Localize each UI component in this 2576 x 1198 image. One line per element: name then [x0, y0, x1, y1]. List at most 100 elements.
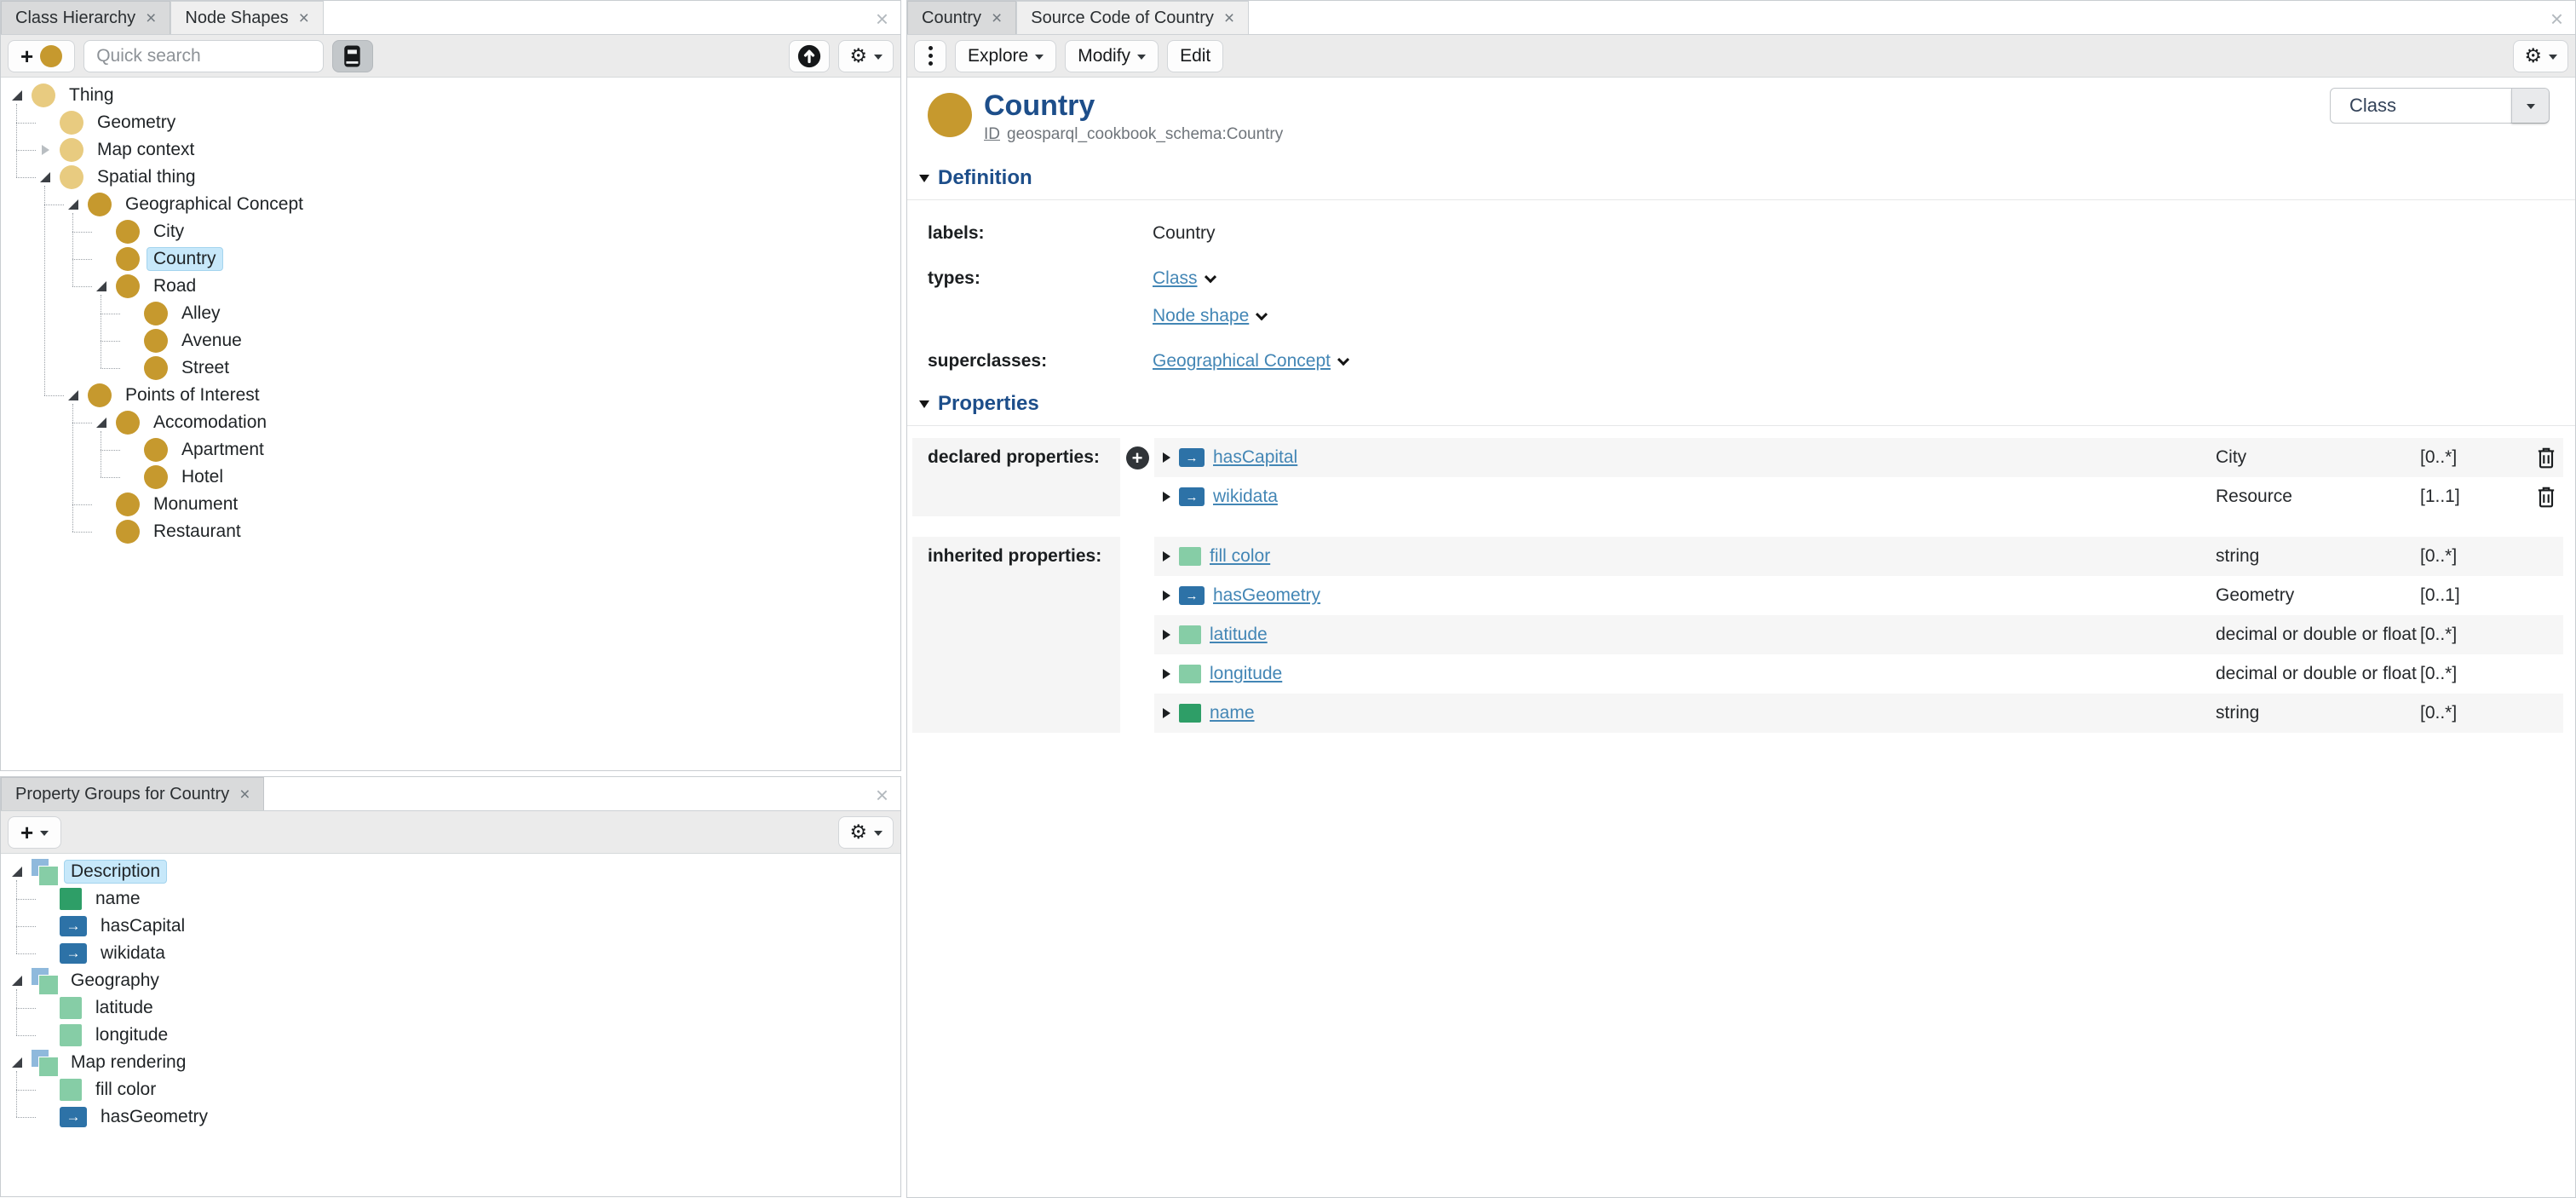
panel-settings-button[interactable]: ⚙: [2513, 40, 2568, 72]
tree-node-longitude[interactable]: longitude: [37, 1022, 900, 1049]
tree-node-monument[interactable]: Monument: [94, 491, 900, 518]
tab-class-hierarchy[interactable]: Class Hierarchy×: [1, 1, 170, 34]
tree-node-label: Accomodation: [147, 411, 273, 435]
expanded-icon[interactable]: [66, 390, 81, 400]
tree-node-restaurant[interactable]: Restaurant: [94, 518, 900, 545]
chevron-down-icon[interactable]: [1256, 308, 1268, 320]
expanded-icon[interactable]: [37, 172, 53, 182]
tab-close-icon[interactable]: ×: [1224, 9, 1234, 27]
property-row-latitude[interactable]: latitudedecimal or double or float[0..*]: [1154, 615, 2563, 654]
panel-settings-button[interactable]: ⚙: [838, 40, 894, 72]
tree-node-avenue[interactable]: Avenue: [122, 327, 900, 354]
resource-type-select[interactable]: Class: [2330, 88, 2550, 124]
resource-link-geographical-concept[interactable]: Geographical Concept: [1153, 351, 1331, 371]
property-link-name[interactable]: name: [1210, 703, 1255, 723]
tree-node-road[interactable]: Road: [94, 273, 900, 300]
edit-button[interactable]: Edit: [1167, 40, 1223, 72]
collapsed-icon[interactable]: [1163, 708, 1170, 718]
collapsed-icon[interactable]: [1163, 590, 1170, 601]
delete-property-button[interactable]: [2529, 446, 2563, 469]
select-dropdown-button[interactable]: [2511, 89, 2549, 123]
object-property-icon: →: [60, 943, 87, 964]
tree-node-geography[interactable]: Geography: [9, 967, 900, 994]
tab-close-icon[interactable]: ×: [299, 9, 309, 27]
property-row-longitude[interactable]: longitudedecimal or double or float[0..*…: [1154, 654, 2563, 694]
tree-node-accomodation[interactable]: Accomodation: [94, 409, 900, 436]
tree-node-spatial-thing[interactable]: Spatial thing: [37, 164, 900, 191]
create-class-button[interactable]: +: [8, 40, 75, 72]
tab-close-icon[interactable]: ×: [146, 9, 156, 27]
property-link-longitude[interactable]: longitude: [1210, 664, 1282, 684]
expanded-icon[interactable]: [66, 199, 81, 210]
tree-node-city[interactable]: City: [94, 218, 900, 245]
tab-close-icon[interactable]: ×: [992, 9, 1002, 27]
expanded-icon[interactable]: [9, 867, 25, 877]
collapsed-icon[interactable]: [1163, 630, 1170, 640]
tab-source-code-of-country[interactable]: Source Code of Country×: [1016, 1, 1249, 34]
property-row-hasgeometry[interactable]: →hasGeometryGeometry[0..1]: [1154, 576, 2563, 615]
tree-node-label: longitude: [89, 1023, 175, 1047]
collapsed-icon[interactable]: [1163, 551, 1170, 562]
tree-node-apartment[interactable]: Apartment: [122, 436, 900, 464]
tree-node-hotel[interactable]: Hotel: [122, 464, 900, 491]
tree-node-thing[interactable]: Thing: [9, 82, 900, 109]
tree-node-map-rendering[interactable]: Map rendering: [9, 1049, 900, 1076]
tree-node-geometry[interactable]: Geometry: [37, 109, 900, 136]
panel-close-icon[interactable]: ×: [2550, 6, 2563, 32]
collapsed-icon[interactable]: [1163, 492, 1170, 502]
collapsed-icon[interactable]: [1163, 452, 1170, 463]
definition-section-header[interactable]: Definition: [919, 166, 2575, 190]
property-link-wikidata[interactable]: wikidata: [1213, 487, 1278, 507]
tab-node-shapes[interactable]: Node Shapes×: [170, 1, 323, 34]
expanded-icon[interactable]: [94, 281, 109, 291]
tree-node-hasgeometry[interactable]: →hasGeometry: [37, 1103, 900, 1131]
tree-node-map-context[interactable]: Map context: [37, 136, 900, 164]
tab-close-icon[interactable]: ×: [239, 786, 250, 803]
datatype-property-icon: [60, 1079, 82, 1101]
expanded-icon[interactable]: [9, 90, 25, 101]
property-link-hascapital[interactable]: hasCapital: [1213, 447, 1297, 468]
scroll-to-selected-button[interactable]: [789, 40, 830, 72]
property-row-fill-color[interactable]: fill colorstring[0..*]: [1154, 537, 2563, 576]
collapsed-icon[interactable]: [1163, 669, 1170, 679]
tab-country[interactable]: Country×: [907, 1, 1016, 34]
tree-node-description[interactable]: Description: [9, 858, 900, 885]
tree-node-name[interactable]: name: [37, 885, 900, 913]
tree-node-geographical-concept[interactable]: Geographical Concept: [66, 191, 900, 218]
modify-menu-button[interactable]: Modify: [1065, 40, 1159, 72]
tree-node-street[interactable]: Street: [122, 354, 900, 382]
resource-link-node-shape[interactable]: Node shape: [1153, 306, 1249, 325]
tree-node-wikidata[interactable]: →wikidata: [37, 940, 900, 967]
explore-menu-button[interactable]: Explore: [955, 40, 1056, 72]
add-property-button[interactable]: +: [1126, 446, 1149, 469]
panel-close-icon[interactable]: ×: [876, 782, 888, 809]
delete-property-button[interactable]: [2529, 485, 2563, 509]
panel-close-icon[interactable]: ×: [876, 6, 888, 32]
properties-section-header[interactable]: Properties: [919, 392, 2575, 416]
tree-node-hascapital[interactable]: →hasCapital: [37, 913, 900, 940]
property-row-hascapital[interactable]: →hasCapitalCity[0..*]: [1154, 438, 2563, 477]
tree-node-points-of-interest[interactable]: Points of Interest: [66, 382, 900, 409]
tree-node-fill-color[interactable]: fill color: [37, 1076, 900, 1103]
chevron-down-icon[interactable]: [1337, 354, 1349, 366]
quick-search-input[interactable]: [84, 46, 324, 66]
expanded-icon[interactable]: [94, 418, 109, 428]
property-link-latitude[interactable]: latitude: [1210, 625, 1268, 645]
chevron-down-icon[interactable]: [1204, 271, 1216, 283]
tree-node-alley[interactable]: Alley: [122, 300, 900, 327]
expanded-icon[interactable]: [9, 976, 25, 986]
resource-link-class[interactable]: Class: [1153, 268, 1198, 288]
collapsed-icon[interactable]: [37, 145, 53, 155]
property-link-hasgeometry[interactable]: hasGeometry: [1213, 585, 1320, 606]
more-actions-button[interactable]: [914, 40, 946, 72]
tree-node-latitude[interactable]: latitude: [37, 994, 900, 1022]
property-link-fill-color[interactable]: fill color: [1210, 546, 1270, 567]
tree-node-country[interactable]: Country: [94, 245, 900, 273]
property-row-name[interactable]: namestring[0..*]: [1154, 694, 2563, 733]
panel-settings-button[interactable]: ⚙: [838, 816, 894, 849]
tab-property-groups-for-country[interactable]: Property Groups for Country×: [1, 777, 264, 810]
dictionary-view-toggle-button[interactable]: [332, 40, 373, 72]
property-row-wikidata[interactable]: →wikidataResource[1..1]: [1154, 477, 2563, 516]
expanded-icon[interactable]: [9, 1057, 25, 1068]
add-property-group-button[interactable]: +: [8, 816, 61, 849]
